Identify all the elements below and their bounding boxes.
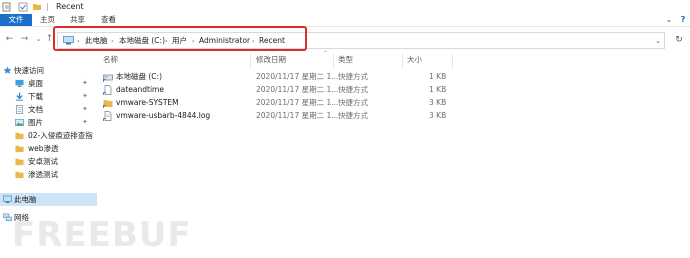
column-header-modified[interactable]: 修改日期 xyxy=(256,54,286,66)
file-modified: 2020/11/17 星期二 1... xyxy=(256,85,339,94)
column-divider[interactable] xyxy=(452,54,453,68)
pin-icon[interactable]: ✦ xyxy=(82,118,88,127)
log-shortcut-icon xyxy=(103,111,112,121)
recent-locations-icon[interactable]: ⌄ xyxy=(33,34,44,45)
sidebar-item-label: 文档 xyxy=(28,105,43,114)
table-row[interactable]: vmware-usbarb-4844.log 2020/11/17 星期二 1.… xyxy=(97,109,497,122)
file-type: 快捷方式 xyxy=(338,72,368,81)
picture-icon xyxy=(15,118,24,127)
folder-icon[interactable] xyxy=(32,2,42,12)
pin-icon[interactable]: ✦ xyxy=(82,92,88,101)
file-size: 3 KB xyxy=(429,111,447,120)
sidebar-item-label: 渗透测试 xyxy=(28,170,58,179)
file-size: 1 KB xyxy=(429,72,447,81)
column-divider[interactable] xyxy=(250,54,251,68)
pc-icon xyxy=(3,195,12,203)
tab-file[interactable]: 文件 xyxy=(0,14,32,26)
column-divider[interactable] xyxy=(333,54,334,68)
sort-caret-icon: ⌃ xyxy=(323,50,329,57)
file-name: dateandtime xyxy=(116,85,164,94)
sidebar-item-label: 02-入侵痕迹排查指 xyxy=(28,131,93,140)
file-size: 3 KB xyxy=(429,98,447,107)
network-icon xyxy=(3,213,12,221)
drive-shortcut-icon xyxy=(103,74,113,82)
sidebar-item-folder-03[interactable]: 安卓测试 xyxy=(0,155,97,168)
ribbon-expand-icon[interactable]: ⌄ xyxy=(664,15,674,25)
file-name: vmware-usbarb-4844.log xyxy=(116,111,211,120)
title-separator xyxy=(47,3,48,11)
file-type: 快捷方式 xyxy=(338,98,368,107)
file-type: 快捷方式 xyxy=(338,85,368,94)
sidebar-item-label: 桌面 xyxy=(28,79,43,88)
file-name: 本地磁盘 (C:) xyxy=(116,72,162,81)
column-header-name[interactable]: 名称 xyxy=(103,54,118,66)
file-type: 快捷方式 xyxy=(338,111,368,120)
folder-icon xyxy=(15,171,24,179)
sidebar-item-documents[interactable]: 文档 ✦ xyxy=(0,103,97,116)
sidebar-item-pictures[interactable]: 图片 ✦ xyxy=(0,116,97,129)
table-row[interactable]: vmware-SYSTEM 2020/11/17 星期二 1... 快捷方式 3… xyxy=(97,96,497,109)
pin-icon[interactable]: ✦ xyxy=(82,79,88,88)
file-size: 1 KB xyxy=(429,85,447,94)
properties-icon[interactable] xyxy=(2,2,12,12)
folder-icon xyxy=(15,132,24,140)
column-divider[interactable] xyxy=(402,54,403,68)
download-icon xyxy=(15,92,24,101)
desktop-icon xyxy=(15,79,24,87)
folder-icon xyxy=(15,145,24,153)
sidebar-item-this-pc[interactable]: 此电脑 xyxy=(0,193,97,206)
sidebar-item-quick-access[interactable]: 快速访问 xyxy=(0,64,97,77)
sidebar-item-label: 此电脑 xyxy=(14,195,37,204)
sidebar-item-label: 图片 xyxy=(28,118,43,127)
file-name: vmware-SYSTEM xyxy=(116,98,179,107)
help-icon[interactable]: ? xyxy=(678,15,688,25)
pin-icon[interactable]: ✦ xyxy=(82,105,88,114)
star-icon xyxy=(3,66,12,74)
sidebar-item-folder-01[interactable]: 02-入侵痕迹排查指 xyxy=(0,129,97,142)
forward-arrow-icon[interactable]: → xyxy=(19,34,30,45)
file-modified: 2020/11/17 星期二 1... xyxy=(256,72,339,81)
title-bar: Recent xyxy=(0,0,690,14)
tab-share[interactable]: 共享 xyxy=(70,14,85,26)
refresh-icon[interactable]: ↻ xyxy=(673,34,685,46)
sidebar-item-desktop[interactable]: 桌面 ✦ xyxy=(0,77,97,90)
freebuf-watermark: FREEBUF xyxy=(12,215,192,255)
folder-shortcut-icon xyxy=(103,100,113,108)
sidebar-item-label: 下载 xyxy=(28,92,43,101)
column-header-type[interactable]: 类型 xyxy=(338,54,353,66)
window-title: Recent xyxy=(56,2,84,11)
file-modified: 2020/11/17 星期二 1... xyxy=(256,98,339,107)
sidebar-item-folder-02[interactable]: web渗透 xyxy=(0,142,97,155)
tab-view[interactable]: 查看 xyxy=(101,14,116,26)
sidebar-item-label: 快速访问 xyxy=(14,66,44,75)
file-shortcut-icon xyxy=(103,85,112,95)
address-dropdown-icon[interactable]: ⌄ xyxy=(653,35,663,47)
table-row[interactable]: dateandtime 2020/11/17 星期二 1... 快捷方式 1 K… xyxy=(97,83,497,96)
explorer-window: Recent 文件 主页 共享 查看 ⌄ ? ← → ⌄ ↑ › 此电脑 › 本… xyxy=(0,0,690,258)
checkmark-icon[interactable] xyxy=(18,2,28,12)
column-header-size[interactable]: 大小 xyxy=(407,54,422,66)
table-row[interactable]: 本地磁盘 (C:) 2020/11/17 星期二 1... 快捷方式 1 KB xyxy=(97,70,497,83)
back-arrow-icon[interactable]: ← xyxy=(4,34,15,45)
file-modified: 2020/11/17 星期二 1... xyxy=(256,111,339,120)
tab-home[interactable]: 主页 xyxy=(40,14,55,26)
sidebar-item-downloads[interactable]: 下载 ✦ xyxy=(0,90,97,103)
sidebar-item-label: web渗透 xyxy=(28,144,59,153)
highlight-box xyxy=(53,26,307,51)
document-icon xyxy=(15,105,24,114)
sidebar-item-folder-04[interactable]: 渗透测试 xyxy=(0,168,97,181)
sidebar-item-label: 安卓测试 xyxy=(28,157,58,166)
folder-icon xyxy=(15,158,24,166)
